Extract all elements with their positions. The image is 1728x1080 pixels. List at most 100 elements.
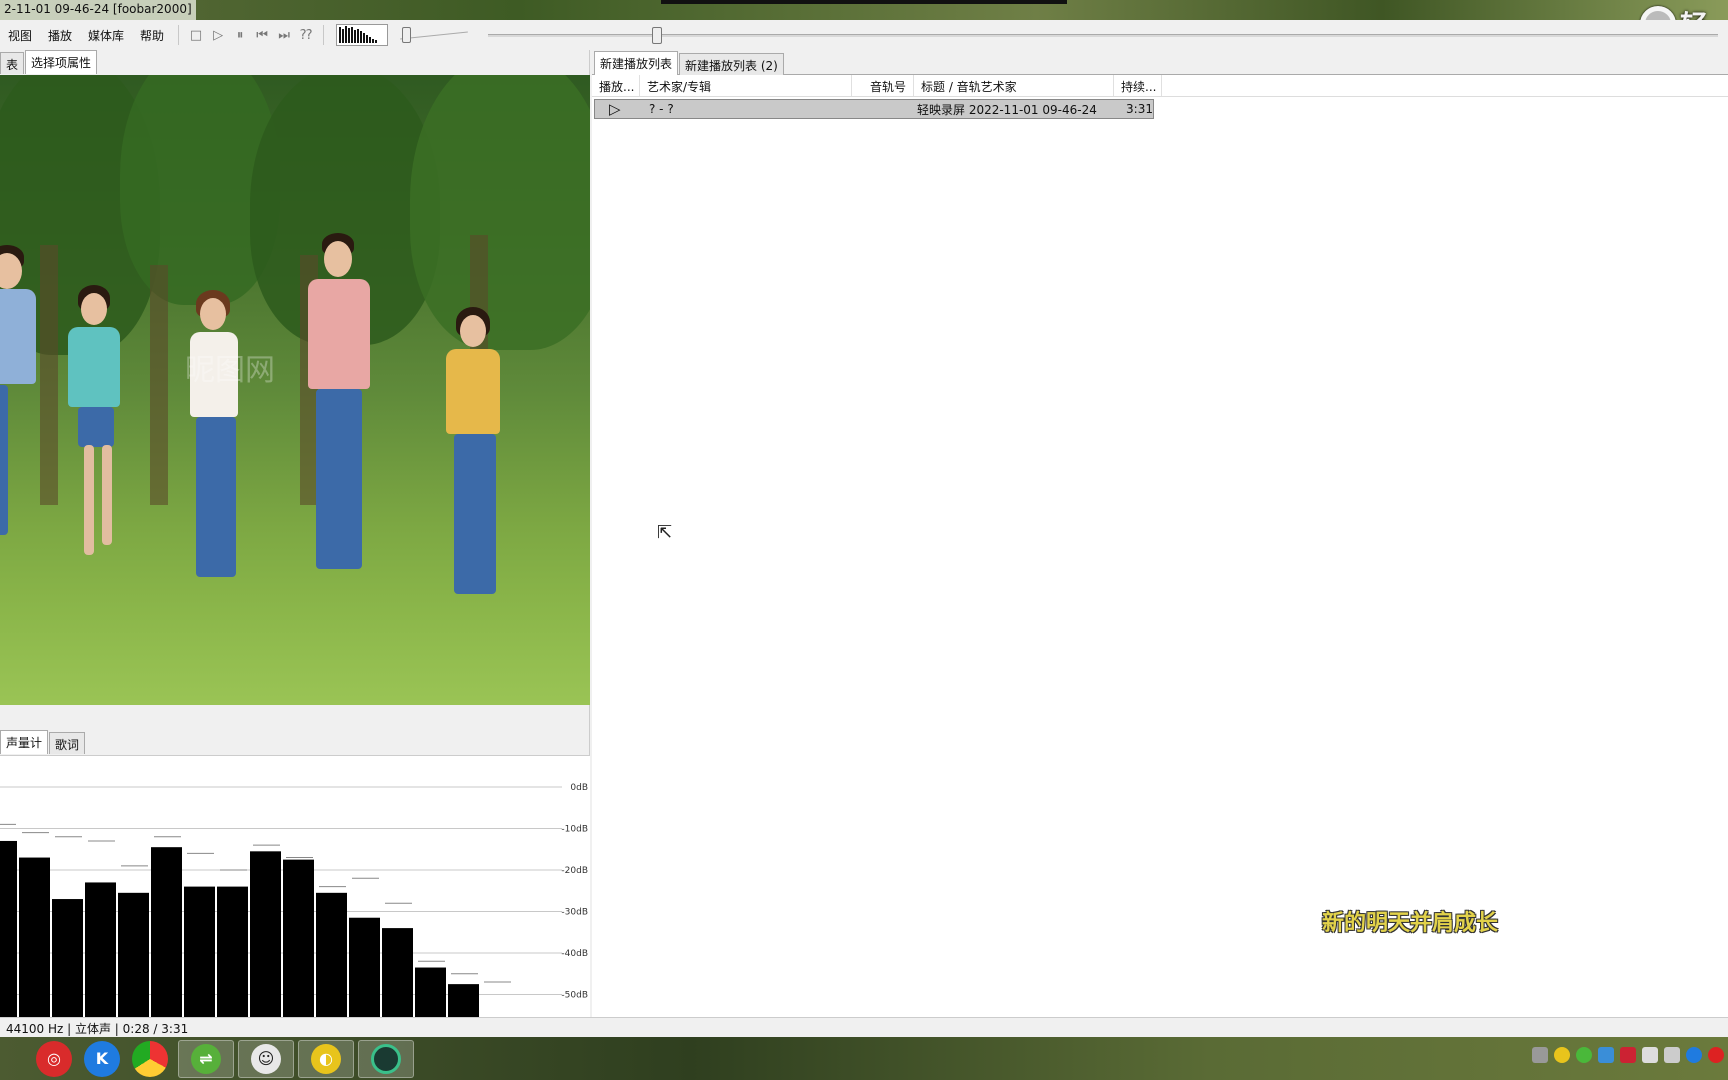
tab-playlist-manager[interactable]: 表 — [0, 52, 25, 74]
tab-lyrics[interactable]: 歌词 — [49, 732, 86, 754]
seek-bar[interactable] — [488, 24, 1718, 46]
recording-area-bar — [661, 0, 1067, 4]
spectrum-bar — [349, 917, 380, 1018]
pause-button[interactable]: ⏸ — [229, 24, 251, 46]
toolbar-separator — [323, 25, 325, 45]
left-panel: 表 选择项属性 昵图网 声量计 歌词 0dB -10dB -20dB -30dB… — [0, 50, 590, 1018]
tree-canopy — [410, 75, 590, 350]
playlist-column-header: 播放... 艺术家/专辑 音轨号 标题 / 音轨艺术家 持续... — [592, 75, 1728, 97]
system-tray — [1532, 1047, 1724, 1063]
next-button[interactable]: ⏭ — [273, 24, 295, 46]
mini-spectrum-bar — [351, 27, 354, 43]
seek-thumb[interactable] — [652, 27, 663, 44]
left-tabstrip: 表 选择项属性 — [0, 50, 98, 74]
volume-icon[interactable] — [1664, 1047, 1680, 1063]
column-artist-album[interactable]: 艺术家/专辑 — [640, 75, 852, 96]
tab-volume-meter[interactable]: 声量计 — [0, 730, 49, 754]
tab-new-playlist[interactable]: 新建播放列表 — [594, 51, 679, 75]
alien-app-button[interactable]: ☺ — [238, 1039, 294, 1078]
row-title: 轻映录屏 2022-11-01 09-46-24 — [917, 102, 1097, 117]
kugou-icon[interactable]: K — [84, 1040, 120, 1077]
taskbar: ◎ K ⇌ ☺ ◐ — [0, 1037, 1728, 1080]
mini-spectrum-bar — [369, 37, 372, 43]
menu-playback[interactable]: 播放 — [40, 27, 80, 44]
mouse-cursor-icon: ⇱ — [657, 522, 673, 543]
recorder-app-button[interactable] — [358, 1039, 414, 1078]
lyric-overlay: 新的明天并肩成长 — [1322, 911, 1499, 936]
row-duration: 3:31 — [1126, 102, 1153, 116]
random-icon: ⁇ — [300, 27, 313, 43]
spectrum-bar — [448, 984, 479, 1018]
spectrum-chart: 0dB-10dB-20dB-30dB-40dB-50dB-60dB1291762… — [0, 783, 588, 1018]
row-artist-album: ? - ? — [649, 102, 674, 116]
keyboard-icon[interactable] — [1532, 1047, 1548, 1063]
status-bar: 44100 Hz | 立体声 | 0:28 / 3:31 — [0, 1017, 1728, 1037]
spectrum-bar — [250, 851, 281, 1018]
column-playing[interactable]: 播放... — [592, 75, 640, 96]
tray-flower-icon[interactable] — [1620, 1047, 1636, 1063]
green-app-button[interactable]: ⇌ — [178, 1039, 234, 1078]
spectrum-bar — [382, 928, 413, 1018]
db-tick-label: -30dB — [561, 908, 588, 918]
tab-new-playlist-2[interactable]: 新建播放列表 (2) — [679, 53, 784, 75]
window-title: 2-11-01 09-46-24 [foobar2000] — [0, 0, 196, 20]
random-button[interactable]: ⁇ — [295, 24, 317, 46]
mini-spectrum-bar — [372, 39, 375, 43]
seek-track — [488, 34, 1718, 37]
column-title-artist[interactable]: 标题 / 音轨艺术家 — [914, 75, 1114, 96]
tab-selection-properties[interactable]: 选择项属性 — [25, 50, 98, 74]
stop-icon: □ — [189, 27, 203, 43]
spectrum-bar — [0, 840, 17, 1018]
spectrum-bar — [151, 847, 182, 1018]
netease-music-icon[interactable]: ◎ — [36, 1040, 72, 1077]
security-icon[interactable] — [1598, 1047, 1614, 1063]
tray-app-icon[interactable] — [1554, 1047, 1570, 1063]
table-row[interactable]: ▷ ? - ? 轻映录屏 2022-11-01 09-46-24 3:31 — [594, 99, 1154, 119]
db-tick-label: -50dB — [561, 991, 588, 1001]
tray-kugou-icon[interactable] — [1686, 1047, 1702, 1063]
tray-record-icon[interactable] — [1708, 1047, 1724, 1063]
mini-spectrum-bar — [357, 29, 360, 43]
column-duration[interactable]: 持续... — [1114, 75, 1162, 96]
spectrum-bar — [19, 857, 50, 1018]
menu-library[interactable]: 媒体库 — [80, 27, 132, 44]
playlist-panel: 新建播放列表 新建播放列表 (2) 播放... 艺术家/专辑 音轨号 标题 / … — [592, 50, 1728, 1017]
db-tick-label: -20dB — [561, 866, 588, 876]
volume-slider[interactable] — [400, 24, 468, 46]
yellow-app-button[interactable]: ◐ — [298, 1039, 354, 1078]
db-tick-label: 0dB — [570, 783, 588, 793]
chrome-icon[interactable] — [132, 1040, 168, 1077]
mini-spectrum-bar — [354, 30, 357, 43]
previous-button[interactable]: ⏮ — [251, 24, 273, 46]
next-icon: ⏭ — [278, 27, 290, 43]
now-playing-icon: ▷ — [609, 100, 621, 118]
menu-toolbar: 视图 播放 媒体库 帮助 □ ▷ ⏸ ⏮ ⏭ ⁇ — [0, 20, 1728, 50]
recorder-icon — [371, 1043, 401, 1074]
network-icon[interactable] — [1642, 1047, 1658, 1063]
mini-spectrum-bar — [345, 26, 348, 43]
album-art: 昵图网 — [0, 75, 590, 705]
mini-spectrum-bar — [375, 40, 378, 43]
mini-spectrum-bar — [348, 28, 351, 43]
mini-spectrum-bar — [339, 27, 342, 43]
visualization-tabstrip: 声量计 歌词 — [0, 730, 86, 754]
playlist-tabstrip: 新建播放列表 新建播放列表 (2) — [592, 50, 1728, 75]
column-track-number[interactable]: 音轨号 — [852, 75, 914, 96]
play-button[interactable]: ▷ — [207, 24, 229, 46]
volume-thumb[interactable] — [402, 27, 412, 43]
menu-view[interactable]: 视图 — [0, 27, 40, 44]
alien-app-icon: ☺ — [251, 1043, 281, 1074]
tree-trunk — [40, 245, 58, 505]
spectrum-bar — [118, 892, 149, 1018]
menu-help[interactable]: 帮助 — [132, 27, 172, 44]
foobar-window: 视图 播放 媒体库 帮助 □ ▷ ⏸ ⏮ ⏭ ⁇ 表 选择项属性 昵图网 声量计… — [0, 20, 1728, 1037]
mini-spectrum-bar — [366, 35, 369, 43]
spectrum-bar — [283, 859, 314, 1018]
pause-icon: ⏸ — [236, 27, 244, 43]
spectrum-bar — [85, 882, 116, 1018]
spectrum-visualizer: 0dB-10dB-20dB-30dB-40dB-50dB-60dB1291762… — [0, 755, 590, 1018]
green-app-icon: ⇌ — [191, 1043, 221, 1074]
tray-plus-icon[interactable] — [1576, 1047, 1592, 1063]
stop-button[interactable]: □ — [185, 24, 207, 46]
image-watermark-logo: 昵图网 — [185, 353, 275, 388]
